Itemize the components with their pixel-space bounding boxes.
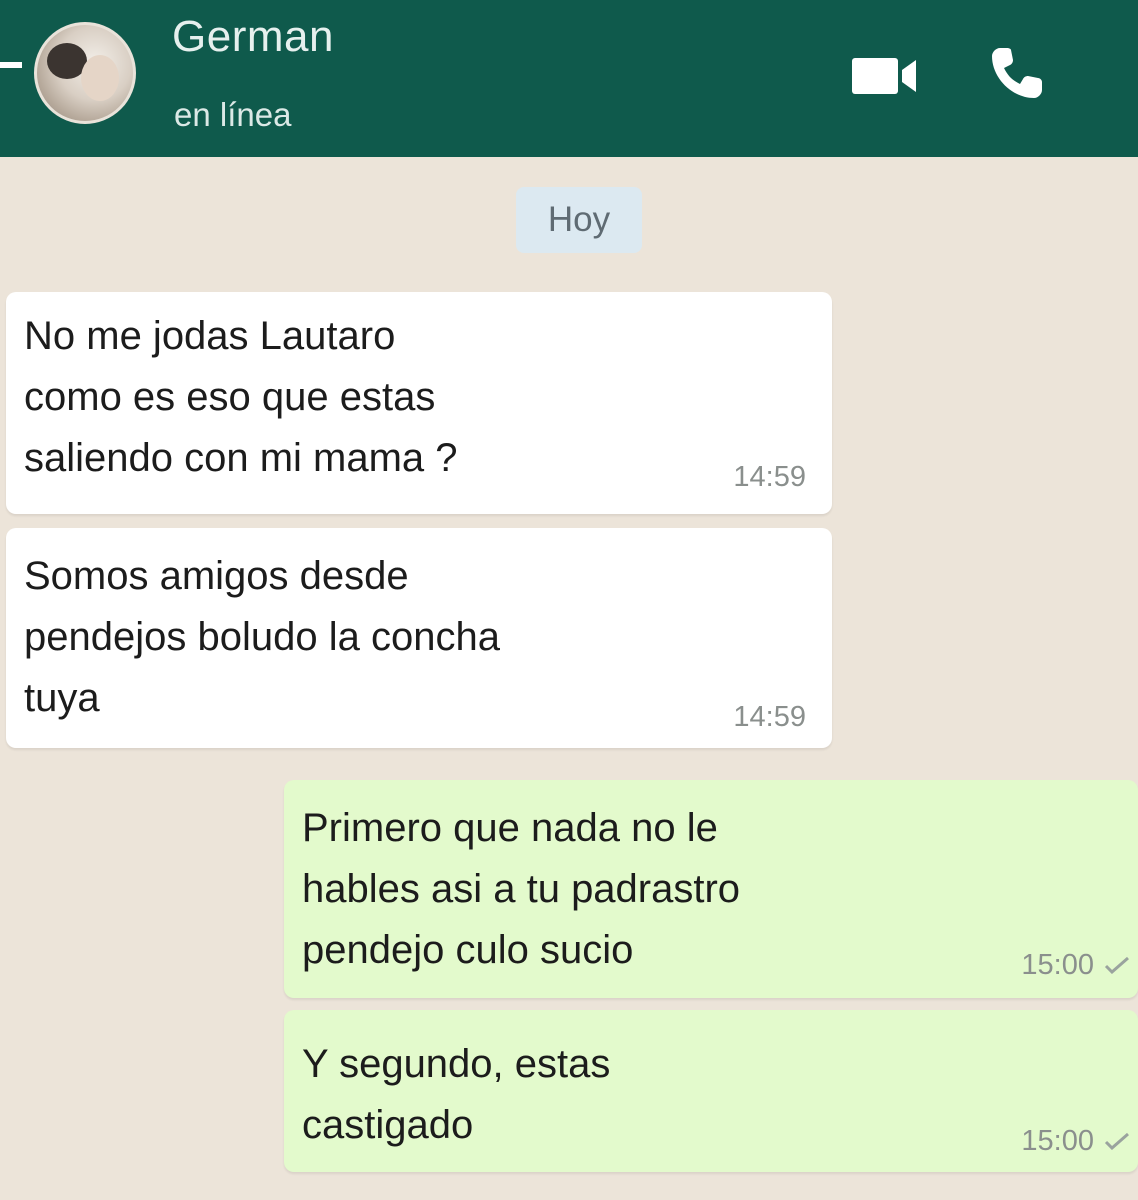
chat-screen: German en línea Hoy No me jodas Lautaro …	[0, 0, 1138, 1200]
message-time: 15:00	[1021, 1125, 1094, 1157]
message-bubble-outgoing[interactable]: Primero que nada no le hables asi a tu p…	[284, 780, 1138, 998]
chat-header: German en línea	[0, 0, 1138, 157]
date-separator: Hoy	[516, 187, 642, 253]
back-arrow-icon[interactable]	[0, 62, 22, 68]
message-text: No me jodas Lautaro como es eso que esta…	[24, 314, 458, 480]
message-bubble-outgoing[interactable]: Y segundo, estas castigado 15:00	[284, 1010, 1138, 1172]
contact-name[interactable]: German	[172, 12, 334, 62]
message-text: Somos amigos desde pendejos boludo la co…	[24, 554, 500, 720]
avatar[interactable]	[34, 22, 136, 124]
check-icon	[1104, 1132, 1129, 1150]
avatar-face	[81, 55, 119, 101]
message-text: Primero que nada no le hables asi a tu p…	[302, 806, 741, 972]
message-text: Y segundo, estas castigado	[302, 1042, 611, 1147]
message-time: 14:59	[733, 461, 806, 493]
video-call-icon[interactable]	[852, 56, 922, 96]
contact-status: en línea	[174, 96, 292, 133]
message-time: 14:59	[733, 701, 806, 733]
phone-call-icon[interactable]	[988, 44, 1046, 102]
message-bubble-incoming[interactable]: Somos amigos desde pendejos boludo la co…	[6, 528, 832, 748]
message-time: 15:00	[1021, 949, 1094, 981]
check-icon	[1104, 956, 1129, 974]
message-bubble-incoming[interactable]: No me jodas Lautaro como es eso que esta…	[6, 292, 832, 514]
